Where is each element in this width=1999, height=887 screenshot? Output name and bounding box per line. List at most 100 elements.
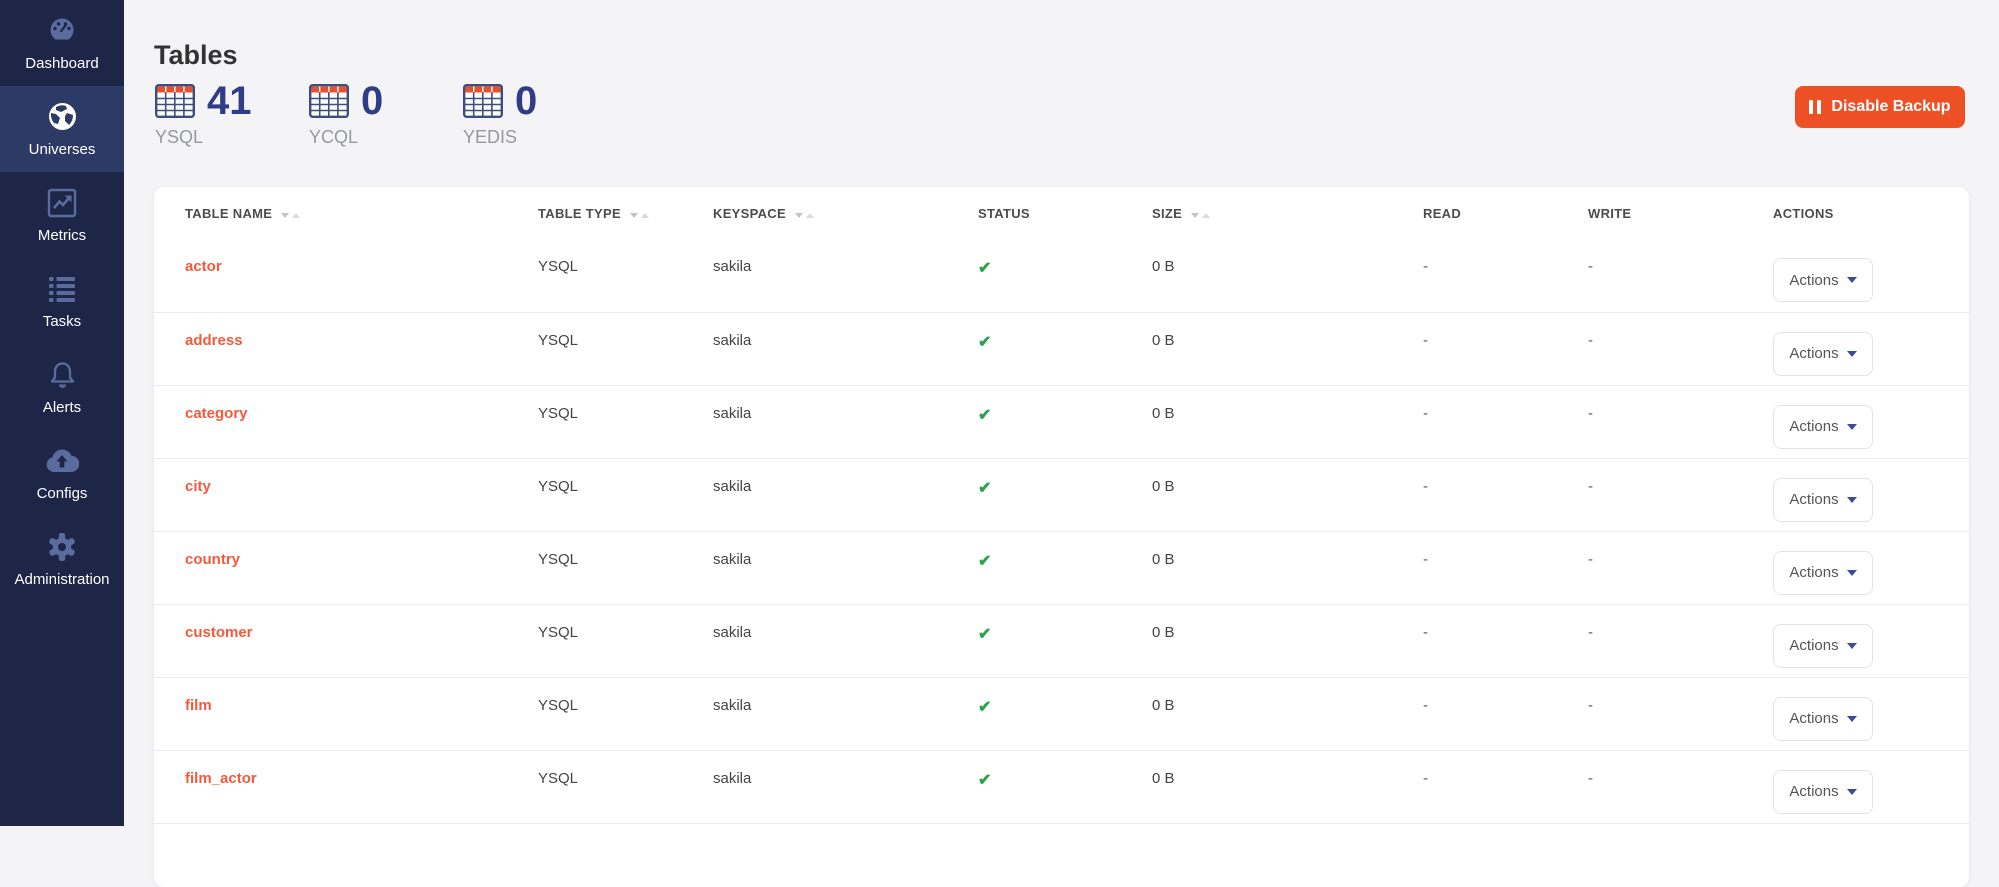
status-ok-icon: ✔ — [978, 334, 991, 351]
keyspace-cell: sakila — [713, 458, 978, 531]
pause-icon — [1809, 100, 1821, 114]
table-count: 0 — [515, 82, 537, 120]
sort-icons — [795, 213, 814, 218]
table-row: actorYSQLsakila✔0 B--Actions — [154, 239, 1969, 312]
table-name-link[interactable]: category — [185, 405, 248, 422]
sidebar-item-configs[interactable]: Configs — [0, 430, 124, 516]
sidebar-item-label: Alerts — [43, 399, 81, 416]
table-type-cell: YSQL — [538, 312, 713, 385]
caret-down-icon — [1847, 424, 1857, 430]
table-row: cityYSQLsakila✔0 B--Actions — [154, 458, 1969, 531]
sidebar-item-metrics[interactable]: Metrics — [0, 172, 124, 258]
sort-asc-icon — [806, 213, 814, 218]
write-cell: - — [1588, 312, 1773, 385]
api-type-label: YEDIS — [463, 127, 617, 148]
column-label: ACTIONS — [1773, 206, 1834, 221]
actions-label: Actions — [1789, 710, 1838, 727]
actions-label: Actions — [1789, 418, 1838, 435]
sidebar-item-label: Dashboard — [25, 55, 98, 72]
column-header-type[interactable]: TABLE TYPE — [538, 187, 713, 239]
read-cell: - — [1423, 239, 1588, 312]
sidebar-item-dashboard[interactable]: Dashboard — [0, 0, 124, 86]
table-grid-icon — [309, 84, 349, 118]
row-actions-button[interactable]: Actions — [1773, 258, 1873, 302]
sort-desc-icon — [281, 213, 289, 218]
column-header-read: READ — [1423, 187, 1588, 239]
read-cell: - — [1423, 531, 1588, 604]
status-ok-icon: ✔ — [978, 626, 991, 643]
table-type-cell: YSQL — [538, 677, 713, 750]
column-header-name[interactable]: TABLE NAME — [154, 187, 538, 239]
tables-grid: TABLE NAMETABLE TYPE KEYSPACESTATUSSIZERE… — [154, 187, 1969, 824]
table-row: film_actorYSQLsakila✔0 B--Actions — [154, 750, 1969, 823]
page-title: Tables — [154, 40, 238, 71]
table-name-link[interactable]: address — [185, 332, 243, 349]
status-ok-icon: ✔ — [978, 553, 991, 570]
read-cell: - — [1423, 677, 1588, 750]
table-row: customerYSQLsakila✔0 B--Actions — [154, 604, 1969, 677]
table-type-cell: YSQL — [538, 750, 713, 823]
row-actions-button[interactable]: Actions — [1773, 332, 1873, 376]
caret-down-icon — [1847, 716, 1857, 722]
sidebar-item-label: Configs — [37, 485, 88, 502]
status-ok-icon: ✔ — [978, 772, 991, 789]
sort-asc-icon — [641, 213, 649, 218]
disable-backup-label: Disable Backup — [1831, 98, 1950, 116]
table-count: 41 — [207, 82, 252, 120]
table-name-link[interactable]: country — [185, 551, 240, 568]
write-cell: - — [1588, 604, 1773, 677]
sort-asc-icon — [292, 213, 300, 218]
size-cell: 0 B — [1152, 750, 1423, 823]
sort-desc-icon — [795, 213, 803, 218]
keyspace-cell: sakila — [713, 531, 978, 604]
sidebar-nav: Dashboard Universes Metrics Tasks Alerts Conf… — [0, 0, 124, 826]
disable-backup-button[interactable]: Disable Backup — [1795, 86, 1965, 128]
sidebar-item-label: Metrics — [38, 227, 86, 244]
column-label: READ — [1423, 206, 1461, 221]
sort-icons — [630, 213, 649, 218]
stat-ysql: 41YSQL — [155, 82, 309, 148]
row-actions-button[interactable]: Actions — [1773, 624, 1873, 668]
caret-down-icon — [1847, 497, 1857, 503]
row-actions-button[interactable]: Actions — [1773, 405, 1873, 449]
sidebar-item-tasks[interactable]: Tasks — [0, 258, 124, 344]
keyspace-cell: sakila — [713, 312, 978, 385]
table-type-cell: YSQL — [538, 239, 713, 312]
sidebar-item-administration[interactable]: Administration — [0, 516, 124, 602]
row-actions-button[interactable]: Actions — [1773, 551, 1873, 595]
globe-icon — [46, 100, 79, 133]
table-name-link[interactable]: film_actor — [185, 770, 257, 787]
row-actions-button[interactable]: Actions — [1773, 478, 1873, 522]
table-type-cell: YSQL — [538, 531, 713, 604]
column-header-status: STATUS — [978, 187, 1152, 239]
table-row: addressYSQLsakila✔0 B--Actions — [154, 312, 1969, 385]
table-name-link[interactable]: city — [185, 478, 211, 495]
size-cell: 0 B — [1152, 604, 1423, 677]
chart-line-icon — [47, 186, 77, 219]
column-label: TABLE TYPE — [538, 206, 621, 221]
sidebar-item-label: Universes — [29, 141, 96, 158]
keyspace-cell: sakila — [713, 239, 978, 312]
caret-down-icon — [1847, 277, 1857, 283]
table-row: categoryYSQLsakila✔0 B--Actions — [154, 385, 1969, 458]
table-grid-icon — [155, 84, 195, 118]
table-grid-icon — [463, 84, 503, 118]
sidebar-item-label: Tasks — [43, 313, 81, 330]
row-actions-button[interactable]: Actions — [1773, 770, 1873, 814]
table-name-link[interactable]: actor — [185, 258, 222, 275]
actions-label: Actions — [1789, 564, 1838, 581]
actions-label: Actions — [1789, 637, 1838, 654]
tables-card: TABLE NAMETABLE TYPE KEYSPACESTATUSSIZERE… — [154, 187, 1969, 887]
status-ok-icon: ✔ — [978, 699, 991, 716]
caret-down-icon — [1847, 570, 1857, 576]
row-actions-button[interactable]: Actions — [1773, 697, 1873, 741]
table-name-link[interactable]: film — [185, 697, 212, 714]
sort-asc-icon — [1202, 213, 1210, 218]
table-name-link[interactable]: customer — [185, 624, 253, 641]
sidebar-item-alerts[interactable]: Alerts — [0, 344, 124, 430]
column-header-size[interactable]: SIZE — [1152, 187, 1423, 239]
table-type-cell: YSQL — [538, 385, 713, 458]
sidebar-item-universes[interactable]: Universes — [0, 86, 124, 172]
column-header-keyspace[interactable]: KEYSPACE — [713, 187, 978, 239]
size-cell: 0 B — [1152, 239, 1423, 312]
